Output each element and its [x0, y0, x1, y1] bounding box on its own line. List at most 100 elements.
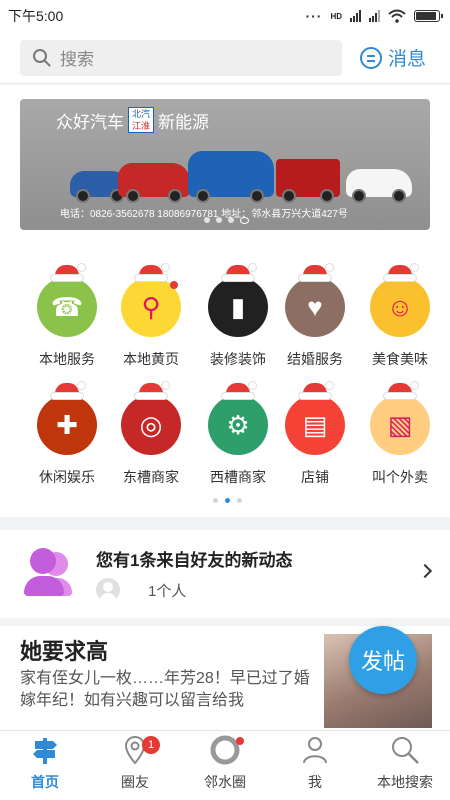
signpost-icon: [29, 734, 61, 766]
chevron-right-icon: [417, 563, 433, 579]
tab-label: 本地搜索: [377, 774, 433, 790]
tab-1[interactable]: 1 圈友: [90, 731, 180, 800]
car-suv-blue: [188, 151, 274, 203]
category-item[interactable]: ▤ 店铺: [270, 382, 360, 487]
category-label: 叫个外卖: [372, 469, 428, 485]
notification-badge: 1: [142, 736, 160, 754]
category-item[interactable]: ♥ 结婚服务: [270, 264, 360, 369]
tab-2[interactable]: 邻水圈: [180, 731, 270, 800]
category-item[interactable]: ◎ 东槽商家: [106, 382, 196, 487]
status-bar: 下午5:00 ··· HD: [0, 0, 450, 32]
hd-label: HD: [330, 11, 342, 21]
person-icon: [299, 734, 331, 766]
new-dot-badge: [236, 737, 244, 745]
banner-pager: [204, 217, 249, 224]
ring-icon: ◎: [121, 382, 181, 455]
grid-dot: [237, 498, 242, 503]
signal-icon: [350, 10, 361, 22]
post-title: 她要求高: [20, 639, 109, 664]
search-placeholder: 搜索: [60, 50, 94, 69]
banner-dot: [216, 217, 222, 223]
category-item[interactable]: ☎ 本地服务: [22, 264, 112, 369]
santa-hat-icon: [222, 264, 256, 281]
search-icon: [389, 734, 421, 766]
status-time: 下午5:00: [8, 8, 64, 24]
tab-0[interactable]: 首页: [0, 731, 90, 800]
grid-dot-active: [225, 498, 230, 503]
car-white: [346, 169, 412, 203]
signal-2-icon: [369, 10, 380, 22]
messages-label: 消息: [388, 49, 427, 70]
wifi-icon: [388, 9, 406, 23]
santa-hat-icon: [299, 264, 333, 281]
santa-hat-icon: [51, 382, 85, 399]
santa-hat-icon: [135, 264, 169, 281]
tab-3[interactable]: 我: [270, 731, 360, 800]
takeout-icon: ▧: [370, 382, 430, 455]
category-item[interactable]: ✚ 休闲娱乐: [22, 382, 112, 487]
friend-count: 1个人: [148, 582, 187, 600]
category-label: 美食美味: [372, 351, 428, 367]
car-red: [118, 163, 190, 203]
category-label: 店铺: [301, 469, 329, 485]
paint-roller-icon: ▮: [208, 264, 268, 337]
new-post-button[interactable]: 发帖: [349, 626, 417, 694]
cars-image: [70, 139, 412, 203]
banner-title-right: 新能源: [158, 112, 209, 132]
new-dot-badge: [170, 281, 178, 289]
brand-logo: 北汽 江淮: [128, 107, 154, 133]
game-controller-icon: ✚: [37, 382, 97, 455]
tab-label: 邻水圈: [204, 774, 246, 790]
category-label: 休闲娱乐: [39, 469, 95, 485]
tab-label: 圈友: [121, 774, 149, 790]
battery-icon: [414, 10, 443, 22]
santa-hat-icon: [384, 382, 418, 399]
santa-hat-icon: [51, 264, 85, 281]
grid-dot: [213, 498, 218, 503]
top-header: 搜索 消息: [0, 32, 450, 84]
status-icons: ··· HD: [305, 8, 443, 24]
phone-icon: ☎: [37, 264, 97, 337]
post-body: 家有侄女儿一枚……年芳28！早已过了婚嫁年纪！如有兴趣可以留言给我: [20, 670, 310, 709]
tab-label: 首页: [31, 774, 59, 790]
friend-update-card[interactable]: 您有1条来自好友的新动态 1个人: [0, 530, 450, 618]
santa-hat-icon: [135, 382, 169, 399]
banner-title-left: 众好汽车: [56, 112, 124, 132]
banner-dot: [228, 217, 234, 223]
grid-pager: [213, 498, 242, 503]
friend-update-sub: 1个人: [96, 578, 186, 602]
car-jeep-red: [276, 159, 340, 203]
category-item[interactable]: ▧ 叫个外卖: [355, 382, 445, 487]
wedding-couple-icon: ♥: [285, 264, 345, 337]
messages-button[interactable]: 消息: [360, 44, 426, 71]
tab-label: 我: [308, 774, 322, 790]
avatar: [96, 578, 120, 602]
brand-line-1: 北汽: [131, 109, 150, 119]
category-label: 本地黄页: [123, 351, 179, 367]
gear-icon: ⚙: [208, 382, 268, 455]
more-dots-icon: ···: [305, 8, 323, 24]
category-label: 本地服务: [39, 351, 95, 367]
bottom-tab-bar: 首页 1 圈友 邻水圈 我 本地搜索: [0, 730, 450, 800]
search-input[interactable]: 搜索: [20, 39, 342, 76]
brand-line-2: 江淮: [131, 121, 150, 131]
santa-hat-icon: [299, 382, 333, 399]
storefront-icon: ▤: [285, 382, 345, 455]
category-item[interactable]: ☺ 美食美味: [355, 264, 445, 369]
category-item[interactable]: ⚲ 本地黄页: [106, 264, 196, 369]
friends-group-icon: [22, 548, 74, 600]
category-label: 东槽商家: [123, 469, 179, 485]
banner-dot-active: [240, 217, 249, 224]
banner-section: 众好汽车 北汽 江淮 新能源 电话：0826-3562678 180869767…: [0, 85, 450, 245]
search-icon: [33, 48, 51, 67]
category-grid-section: ☎ 本地服务 ⚲ 本地黄页 ▮ 装修装饰 ♥ 结婚服务 ☺ 美食美味 ✚ 休闲娱乐 ◎ 东槽商家 ⚙ 西槽商家…: [0, 245, 450, 517]
face-icon: ☺: [370, 264, 430, 337]
banner-dot: [204, 217, 210, 223]
message-icon: [360, 46, 382, 69]
santa-hat-icon: [222, 382, 256, 399]
category-label: 结婚服务: [287, 351, 343, 367]
tab-4[interactable]: 本地搜索: [360, 731, 450, 800]
promo-banner[interactable]: 众好汽车 北汽 江淮 新能源 电话：0826-3562678 180869767…: [20, 99, 430, 230]
santa-hat-icon: [384, 264, 418, 281]
banner-title: 众好汽车 北汽 江淮 新能源: [56, 107, 209, 133]
